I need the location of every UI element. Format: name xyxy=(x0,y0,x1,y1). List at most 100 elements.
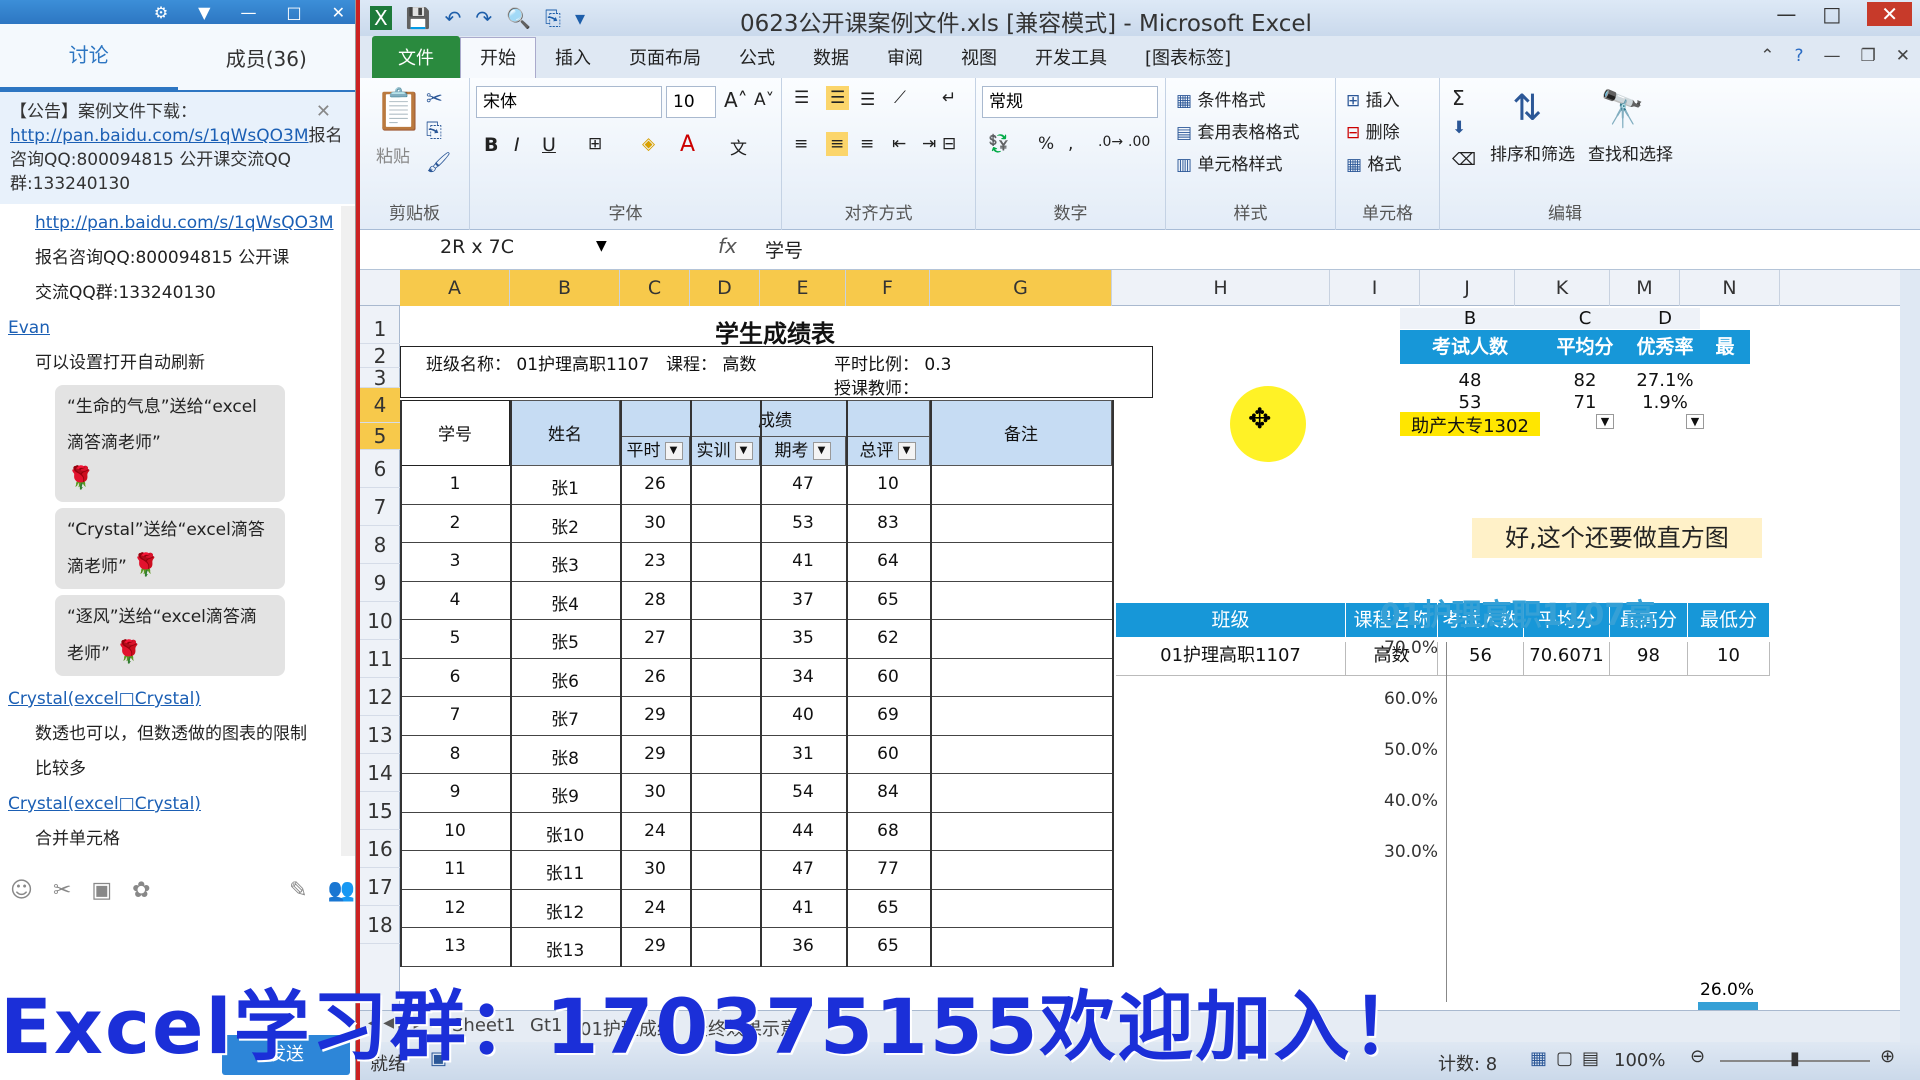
header-note[interactable]: 备注 xyxy=(930,420,1112,445)
header-score[interactable]: 成绩 xyxy=(620,406,930,431)
table-cell[interactable]: 张6 xyxy=(510,667,620,692)
percent-icon[interactable]: % xyxy=(1038,134,1054,154)
row-header-1[interactable]: 1 xyxy=(360,314,400,344)
maximize-icon[interactable]: □ xyxy=(286,3,301,22)
side-header[interactable]: 最 xyxy=(1700,330,1750,364)
table-cell[interactable]: 26 xyxy=(620,474,690,494)
dropdown-icon[interactable]: ▼ xyxy=(198,3,210,22)
align-center-icon[interactable]: ≡ xyxy=(826,132,849,156)
tab-formulas[interactable]: 公式 xyxy=(720,44,794,78)
table-cell[interactable]: 68 xyxy=(846,821,930,841)
announcement-link[interactable]: http://pan.baidu.com/s/1qWsQO3M xyxy=(10,126,309,146)
row-header-16[interactable]: 16 xyxy=(360,830,400,868)
comma-icon[interactable]: , xyxy=(1068,134,1073,154)
tab-review[interactable]: 审阅 xyxy=(868,44,942,78)
align-right-icon[interactable]: ≡ xyxy=(860,134,874,154)
sheet-title[interactable]: 学生成绩表 xyxy=(620,314,930,349)
table-cell[interactable]: 7 xyxy=(400,705,510,725)
header-sub-0[interactable]: 平时 ▼ xyxy=(620,436,690,466)
table-cell[interactable]: 10 xyxy=(400,821,510,841)
copy-icon[interactable]: ⎘ xyxy=(545,6,561,30)
filter-dropdown-icon[interactable]: ▼ xyxy=(897,442,916,460)
print-preview-icon[interactable]: 🔍 xyxy=(506,6,531,30)
align-middle-icon[interactable]: ☰ xyxy=(826,86,850,110)
row-header-2[interactable]: 2 xyxy=(360,344,400,368)
side-col-letter[interactable]: D xyxy=(1630,308,1700,329)
flower-icon[interactable]: ✿ xyxy=(132,878,150,903)
edit-icon[interactable]: ✎ xyxy=(289,878,307,903)
clear-icon[interactable]: ⌫ xyxy=(1452,150,1476,170)
normal-view-icon[interactable]: ▦ xyxy=(1530,1048,1547,1069)
table-cell[interactable]: 26 xyxy=(620,667,690,687)
table-cell[interactable]: 30 xyxy=(620,859,690,879)
undo-icon[interactable]: ↶ xyxy=(445,6,462,30)
column-header-n[interactable]: N xyxy=(1680,270,1780,306)
table-cell[interactable]: 47 xyxy=(760,474,846,494)
class-label[interactable]: 班级名称： 01护理高职1107 xyxy=(426,350,649,375)
table-cell[interactable]: 60 xyxy=(846,744,930,764)
table-cell[interactable]: 6 xyxy=(400,667,510,687)
table-cell[interactable]: 4 xyxy=(400,590,510,610)
table-cell[interactable]: 65 xyxy=(846,590,930,610)
close-icon[interactable]: ✕ xyxy=(332,3,345,22)
italic-icon[interactable]: I xyxy=(514,134,520,156)
header-id[interactable]: 学号 xyxy=(400,420,510,445)
column-header-f[interactable]: F xyxy=(846,270,930,306)
grow-font-icon[interactable]: A˄ xyxy=(724,88,748,112)
summary-cell[interactable]: 01护理高职1107 xyxy=(1116,642,1346,676)
table-cell[interactable]: 13 xyxy=(400,936,510,956)
table-format-button[interactable]: ▤ 套用表格格式 xyxy=(1176,118,1299,143)
table-cell[interactable]: 2 xyxy=(400,513,510,533)
table-cell[interactable]: 65 xyxy=(846,898,930,918)
copy-icon[interactable]: ⎘ xyxy=(426,118,442,142)
row-header-7[interactable]: 7 xyxy=(360,488,400,526)
row-header-8[interactable]: 8 xyxy=(360,526,400,564)
find-select-icon[interactable]: 🔭 xyxy=(1600,88,1645,130)
table-cell[interactable]: 27 xyxy=(620,628,690,648)
chat-scrollbar[interactable] xyxy=(341,206,355,856)
tab-view[interactable]: 视图 xyxy=(942,44,1016,78)
decrease-indent-icon[interactable]: ⇤ xyxy=(892,134,906,154)
tab-page-layout[interactable]: 页面布局 xyxy=(610,44,720,78)
table-cell[interactable]: 37 xyxy=(760,590,846,610)
column-header-i[interactable]: I xyxy=(1330,270,1420,306)
row-header-10[interactable]: 10 xyxy=(360,602,400,640)
side-cell[interactable]: 48 xyxy=(1400,370,1540,391)
side-dropdown[interactable]: 助产大专1302 xyxy=(1400,412,1540,437)
chart-title[interactable]: 01护理高职1107高 xyxy=(1380,590,1740,634)
header-sub-2[interactable]: 期考 ▼ xyxy=(760,436,846,466)
users-icon[interactable]: 👥 xyxy=(328,878,355,903)
table-cell[interactable]: 69 xyxy=(846,705,930,725)
fx-icon[interactable]: fx xyxy=(718,234,737,258)
worksheet-grid[interactable]: ABCDEFGHIJKMN 1 2 3 4 5 6 7 8 9 10 11 12 13 14 15 16 17 1… xyxy=(360,270,1900,1010)
summary-cell[interactable]: 56 xyxy=(1438,642,1524,676)
filter-dropdown-icon[interactable]: ▼ xyxy=(664,442,683,460)
course-label[interactable]: 课程： 高数 xyxy=(666,350,756,375)
column-header-k[interactable]: K xyxy=(1515,270,1610,306)
align-top-icon[interactable]: ☰ xyxy=(794,88,809,108)
column-header-d[interactable]: D xyxy=(690,270,760,306)
table-cell[interactable]: 30 xyxy=(620,782,690,802)
tab-home[interactable]: 开始 xyxy=(460,37,536,78)
paste-icon[interactable]: 📋 xyxy=(374,86,424,133)
sort-filter-label[interactable]: 排序和筛选 xyxy=(1490,140,1575,165)
find-select-label[interactable]: 查找和选择 xyxy=(1588,140,1673,165)
row-header-3[interactable]: 3 xyxy=(360,368,400,388)
table-cell[interactable]: 5 xyxy=(400,628,510,648)
teacher-label[interactable]: 授课教师： xyxy=(834,374,919,399)
restore-icon[interactable]: ❐ xyxy=(1861,46,1876,66)
autosum-icon[interactable]: Σ xyxy=(1452,86,1465,110)
column-header-h[interactable]: H xyxy=(1112,270,1330,306)
fill-color-icon[interactable]: ◈ xyxy=(642,134,655,154)
summary-cell[interactable]: 10 xyxy=(1688,642,1770,676)
row-header-17[interactable]: 17 xyxy=(360,868,400,906)
side-cell[interactable]: 53 xyxy=(1400,392,1540,413)
row-header-11[interactable]: 11 xyxy=(360,640,400,678)
column-header-b[interactable]: B xyxy=(510,270,620,306)
scissors-icon[interactable]: ✂ xyxy=(53,878,71,903)
summary-header[interactable]: 班级 xyxy=(1116,603,1346,637)
table-cell[interactable]: 9 xyxy=(400,782,510,802)
column-header-e[interactable]: E xyxy=(760,270,846,306)
column-header-c[interactable]: C xyxy=(620,270,690,306)
table-cell[interactable]: 84 xyxy=(846,782,930,802)
